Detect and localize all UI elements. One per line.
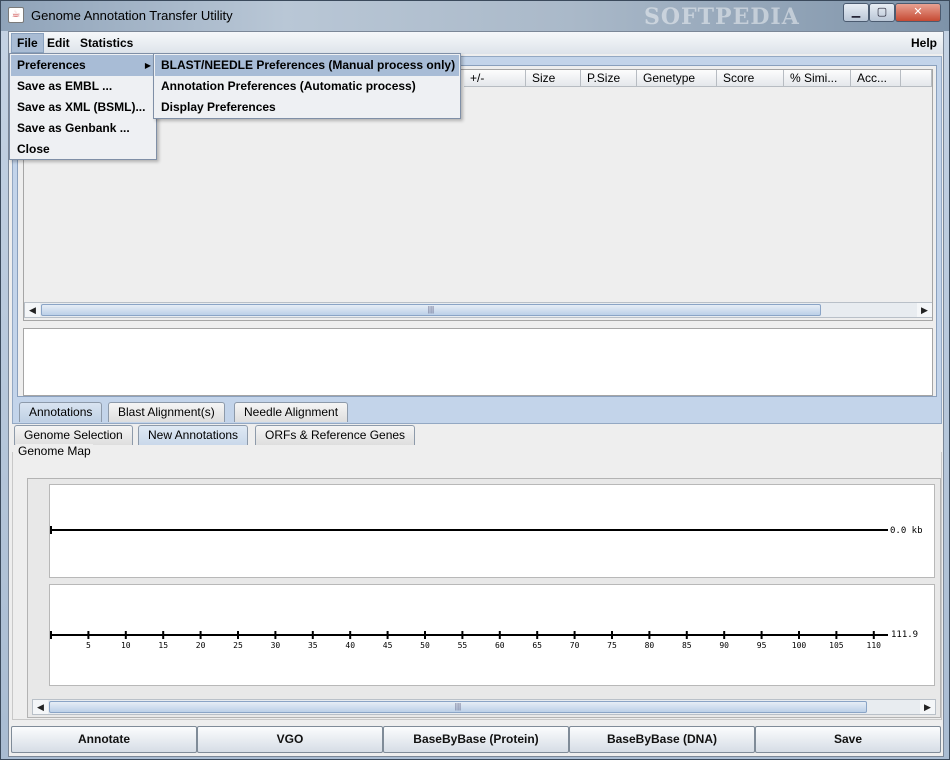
annotation-detail-textarea[interactable] xyxy=(23,328,933,396)
app-window: ☕ Genome Annotation Transfer Utility SOF… xyxy=(0,0,950,760)
map-scroll-thumb[interactable]: ||| xyxy=(49,701,867,713)
tab-orfs-reference-genes[interactable]: ORFs & Reference Genes xyxy=(255,425,416,445)
tab-new-annotations[interactable]: New Annotations xyxy=(138,425,249,445)
menu-edit[interactable]: Edit xyxy=(42,33,75,53)
action-button-bar: Annotate VGO BaseByBase (Protein) BaseBy… xyxy=(11,726,941,753)
menu-item-save-embl[interactable]: Save as EMBL ... xyxy=(11,76,155,97)
ruler-tick-label: 45 xyxy=(383,641,393,650)
column-header-similarity[interactable]: % Simi... xyxy=(784,70,851,87)
scroll-right-icon[interactable]: ▶ xyxy=(917,303,932,317)
close-window-button[interactable]: ✕ xyxy=(895,3,941,22)
menu-item-preferences-label: Preferences xyxy=(17,58,86,72)
minimize-button[interactable]: ▁ xyxy=(843,3,869,22)
ruler-tick-label: 65 xyxy=(532,641,542,650)
genome-map-viewport[interactable]: 0.0 kb 111.9 5 10 15 20 25 30 35 40 45 50 55 60 65 70… xyxy=(27,478,941,718)
menu-item-display-preferences[interactable]: Display Preferences xyxy=(155,97,459,118)
title-bar[interactable]: ☕ Genome Annotation Transfer Utility SOF… xyxy=(1,1,949,31)
basebybase-dna-button[interactable]: BaseByBase (DNA) xyxy=(569,726,755,753)
map-scroll-right-icon[interactable]: ▶ xyxy=(920,700,935,714)
ruler-tick-label: 60 xyxy=(495,641,505,650)
column-header-score[interactable]: Score xyxy=(717,70,784,87)
file-menu-dropdown: Preferences ▶ Save as EMBL ... Save as X… xyxy=(9,53,157,160)
genome-track-1-canvas: 0.0 kb xyxy=(50,526,923,536)
genome-track-2[interactable]: 111.9 5 10 15 20 25 30 35 40 45 50 55 60 65 70 75 80 85 9… xyxy=(49,584,935,686)
ruler-tick-label: 50 xyxy=(420,641,430,650)
ruler-tick-label: 35 xyxy=(308,641,318,650)
column-header-psize[interactable]: P.Size xyxy=(581,70,637,87)
map-scroll-left-icon[interactable]: ◀ xyxy=(33,700,48,714)
ruler-tick-label: 25 xyxy=(233,641,243,650)
tab-blast-alignments[interactable]: Blast Alignment(s) xyxy=(108,402,225,422)
menu-bar: File Edit Statistics Help xyxy=(9,32,943,54)
ruler-tick-label: 100 xyxy=(792,641,807,650)
maximize-button[interactable]: ▢ xyxy=(869,3,895,22)
ruler-tick-label: 5 xyxy=(86,641,91,650)
column-header-size[interactable]: Size xyxy=(526,70,581,87)
ruler-tick-label: 75 xyxy=(607,641,617,650)
submenu-arrow-icon: ▶ xyxy=(144,61,151,70)
java-app-icon: ☕ xyxy=(8,7,24,23)
ruler-tick-label: 105 xyxy=(829,641,844,650)
ruler-tick-label: 95 xyxy=(757,641,767,650)
vgo-button[interactable]: VGO xyxy=(197,726,383,753)
track-1-end-label: 0.0 kb xyxy=(890,526,923,536)
table-horizontal-scrollbar[interactable]: ◀ ||| ▶ xyxy=(24,302,932,318)
scroll-thumb[interactable]: ||| xyxy=(41,304,821,316)
tab-annotations[interactable]: Annotations xyxy=(19,402,103,422)
menu-item-save-xml[interactable]: Save as XML (BSML)... xyxy=(11,97,155,118)
ruler-tick-label: 70 xyxy=(570,641,580,650)
ruler-tick-label: 20 xyxy=(196,641,206,650)
watermark: SOFTPEDIA xyxy=(644,4,800,30)
column-header-accession[interactable]: Acc... xyxy=(851,70,901,87)
menu-help[interactable]: Help xyxy=(906,33,942,53)
column-header-extra xyxy=(901,70,932,87)
track-2-end-label: 111.9 xyxy=(891,630,918,640)
menu-item-close[interactable]: Close xyxy=(11,139,155,160)
ruler-tick-label: 55 xyxy=(458,641,468,650)
ruler-tick-label: 110 xyxy=(867,641,882,650)
genome-map-scrollbar[interactable]: ◀ ||| ▶ xyxy=(32,699,936,715)
ruler-tick-label: 30 xyxy=(271,641,281,650)
menu-item-save-genbank[interactable]: Save as Genbank ... xyxy=(11,118,155,139)
scroll-left-icon[interactable]: ◀ xyxy=(25,303,40,317)
ruler-tick-label: 80 xyxy=(645,641,655,650)
preferences-submenu: BLAST/NEEDLE Preferences (Manual process… xyxy=(153,53,461,119)
column-header-genetype[interactable]: Genetype xyxy=(637,70,717,87)
tab-needle-alignment[interactable]: Needle Alignment xyxy=(234,402,349,422)
genome-map-title: Genome Map xyxy=(16,444,93,458)
save-button[interactable]: Save xyxy=(755,726,941,753)
window-title: Genome Annotation Transfer Utility xyxy=(31,8,233,23)
basebybase-protein-button[interactable]: BaseByBase (Protein) xyxy=(383,726,569,753)
ruler-tick-label: 10 xyxy=(121,641,131,650)
genome-track-1[interactable]: 0.0 kb xyxy=(49,484,935,578)
column-header-strand[interactable]: +/- xyxy=(464,70,526,87)
annotate-button[interactable]: Annotate xyxy=(11,726,197,753)
tab-genome-selection[interactable]: Genome Selection xyxy=(14,425,133,445)
ruler-tick-label: 40 xyxy=(345,641,355,650)
ruler-tick-label: 90 xyxy=(719,641,729,650)
genome-ruler: 111.9 5 10 15 20 25 30 35 40 45 50 55 60 65 70 75 80 85 9… xyxy=(50,630,918,650)
ruler-tick-label: 85 xyxy=(682,641,692,650)
menu-statistics[interactable]: Statistics xyxy=(75,33,138,53)
ruler-tick-label: 15 xyxy=(158,641,168,650)
menu-item-blast-needle-preferences[interactable]: BLAST/NEEDLE Preferences (Manual process… xyxy=(155,55,459,76)
menu-item-preferences[interactable]: Preferences ▶ xyxy=(11,55,155,76)
menu-item-annotation-preferences[interactable]: Annotation Preferences (Automatic proces… xyxy=(155,76,459,97)
menu-file[interactable]: File xyxy=(11,33,44,53)
